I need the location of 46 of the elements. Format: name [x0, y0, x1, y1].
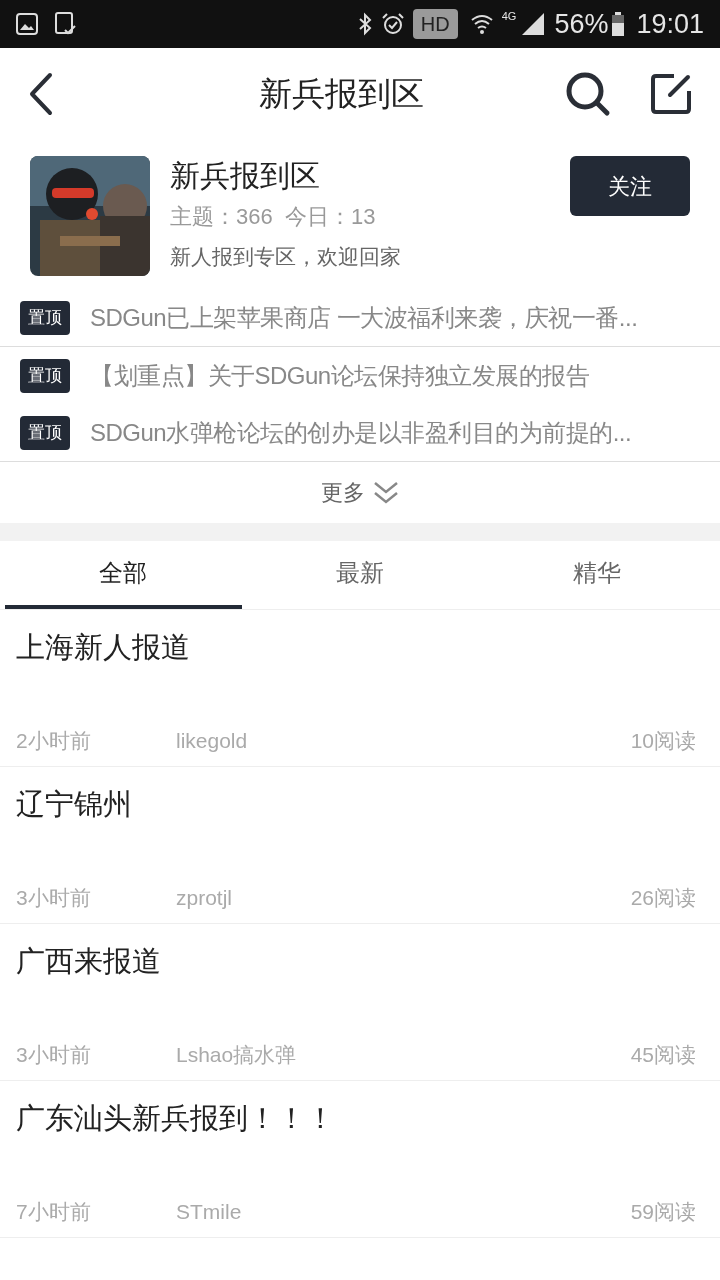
pinned-tag: 置顶 [20, 301, 70, 335]
battery-percent: 56% [554, 7, 609, 41]
pinned-tag: 置顶 [20, 415, 70, 450]
tab[interactable]: 精华 [478, 541, 715, 609]
search-icon [565, 71, 611, 117]
pinned-post-title[interactable]: SDGun水弹枪论坛的创办是以非盈利目的为前提的... [90, 414, 632, 451]
pinned-tag: 置顶 [20, 358, 70, 393]
pinned-post-title[interactable]: SDGun已上架苹果商店 一大波福利来袭，庆祝一番... [90, 300, 638, 336]
network-type: 4G [501, 9, 517, 24]
post-title[interactable]: 广西来报道 [16, 940, 704, 984]
post-author: STmile [176, 1198, 243, 1225]
tab[interactable]: 全部 [5, 541, 242, 609]
battery-icon [612, 12, 625, 36]
post-time: 3小时前 [16, 1041, 92, 1068]
tab[interactable]: 最新 [241, 541, 479, 609]
signal-icon [520, 13, 547, 35]
post-title[interactable]: 辽宁锦州 [16, 783, 704, 827]
forum-stats: 主题：366 今日：13 [170, 203, 377, 231]
wifi-icon [469, 12, 494, 36]
forum-name: 新兵报到区 [170, 158, 321, 194]
post-time: 2小时前 [16, 727, 92, 754]
post-title[interactable]: 上海新人报道 [16, 626, 704, 670]
read-count: 10阅读 [630, 727, 696, 754]
hd-badge: HD [412, 9, 458, 39]
compose-button[interactable] [650, 73, 692, 115]
back-icon [28, 72, 54, 116]
clock: 19:01 [636, 7, 704, 41]
page-title: 新兵报到区 [258, 74, 424, 115]
pinned-post-title[interactable]: 【划重点】关于SDGun论坛保持独立发展的报告 [90, 357, 590, 394]
post-author: Lshao搞水弹 [176, 1041, 298, 1068]
post-author: likegold [176, 727, 249, 754]
alarm-icon [380, 12, 405, 36]
search-button[interactable] [564, 70, 612, 118]
follow-button[interactable]: 关注 [570, 156, 690, 216]
tablet-check-icon [54, 12, 76, 36]
double-chevron-icon [373, 479, 399, 506]
post-time: 7小时前 [16, 1198, 92, 1225]
read-count: 45阅读 [630, 1041, 696, 1068]
post-title[interactable]: 广东汕头新兵报到！！！ [16, 1097, 704, 1141]
read-count: 59阅读 [630, 1198, 696, 1225]
post-author: zprotjl [176, 884, 234, 911]
compose-icon [650, 73, 692, 115]
read-count: 26阅读 [630, 884, 696, 911]
post-time: 3小时前 [16, 884, 92, 911]
gallery-icon [16, 13, 38, 35]
forum-description: 新人报到专区，欢迎回家 [170, 244, 402, 270]
